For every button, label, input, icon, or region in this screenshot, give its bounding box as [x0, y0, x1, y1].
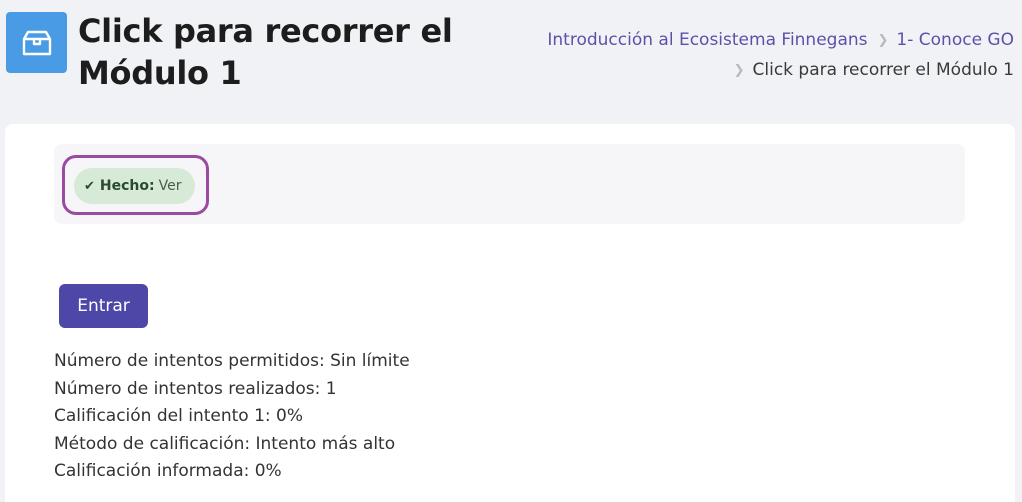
page-header: Click para recorrer el Módulo 1 Introduc… [0, 0, 1022, 124]
completion-info: ✔ Hecho: Ver [54, 144, 965, 224]
breadcrumb-item-section[interactable]: 1- Conoce GO [896, 30, 1014, 50]
list-item: Calificación del intento 1: 0% [54, 406, 304, 426]
list-item: Número de intentos realizados: 1 [54, 378, 337, 399]
breadcrumb-item-course[interactable]: Introducción al Ecosistema Finnegans [547, 30, 867, 50]
completion-badge[interactable]: ✔ Hecho: Ver [74, 168, 195, 204]
activity-card: ✔ Hecho: Ver Entrar Número de intentos p… [5, 124, 1015, 502]
list-item: Método de calificación: Intento más alto [54, 433, 396, 454]
chevron-right-icon: ❯ [733, 63, 745, 78]
list-item: Número de intentos permitidos: Sin límit… [54, 351, 410, 371]
attempts-summary: Número de intentos permitidos: Sin límit… [54, 348, 754, 486]
box-icon [6, 12, 67, 73]
completion-action-label: Ver [158, 178, 182, 194]
list-item: Calificación informada: 0% [54, 461, 282, 481]
breadcrumb: Introducción al Ecosistema Finnegans ❯ 1- … [474, 26, 1014, 86]
check-icon: ✔ [84, 178, 95, 194]
chevron-right-icon: ❯ [877, 33, 889, 48]
completion-status-label: Hecho: [99, 178, 155, 194]
enter-button[interactable]: Entrar [59, 284, 148, 328]
breadcrumb-item-current: Click para recorrer el Módulo 1 [752, 60, 1014, 80]
page-title: Click para recorrer el Módulo 1 [78, 12, 453, 92]
